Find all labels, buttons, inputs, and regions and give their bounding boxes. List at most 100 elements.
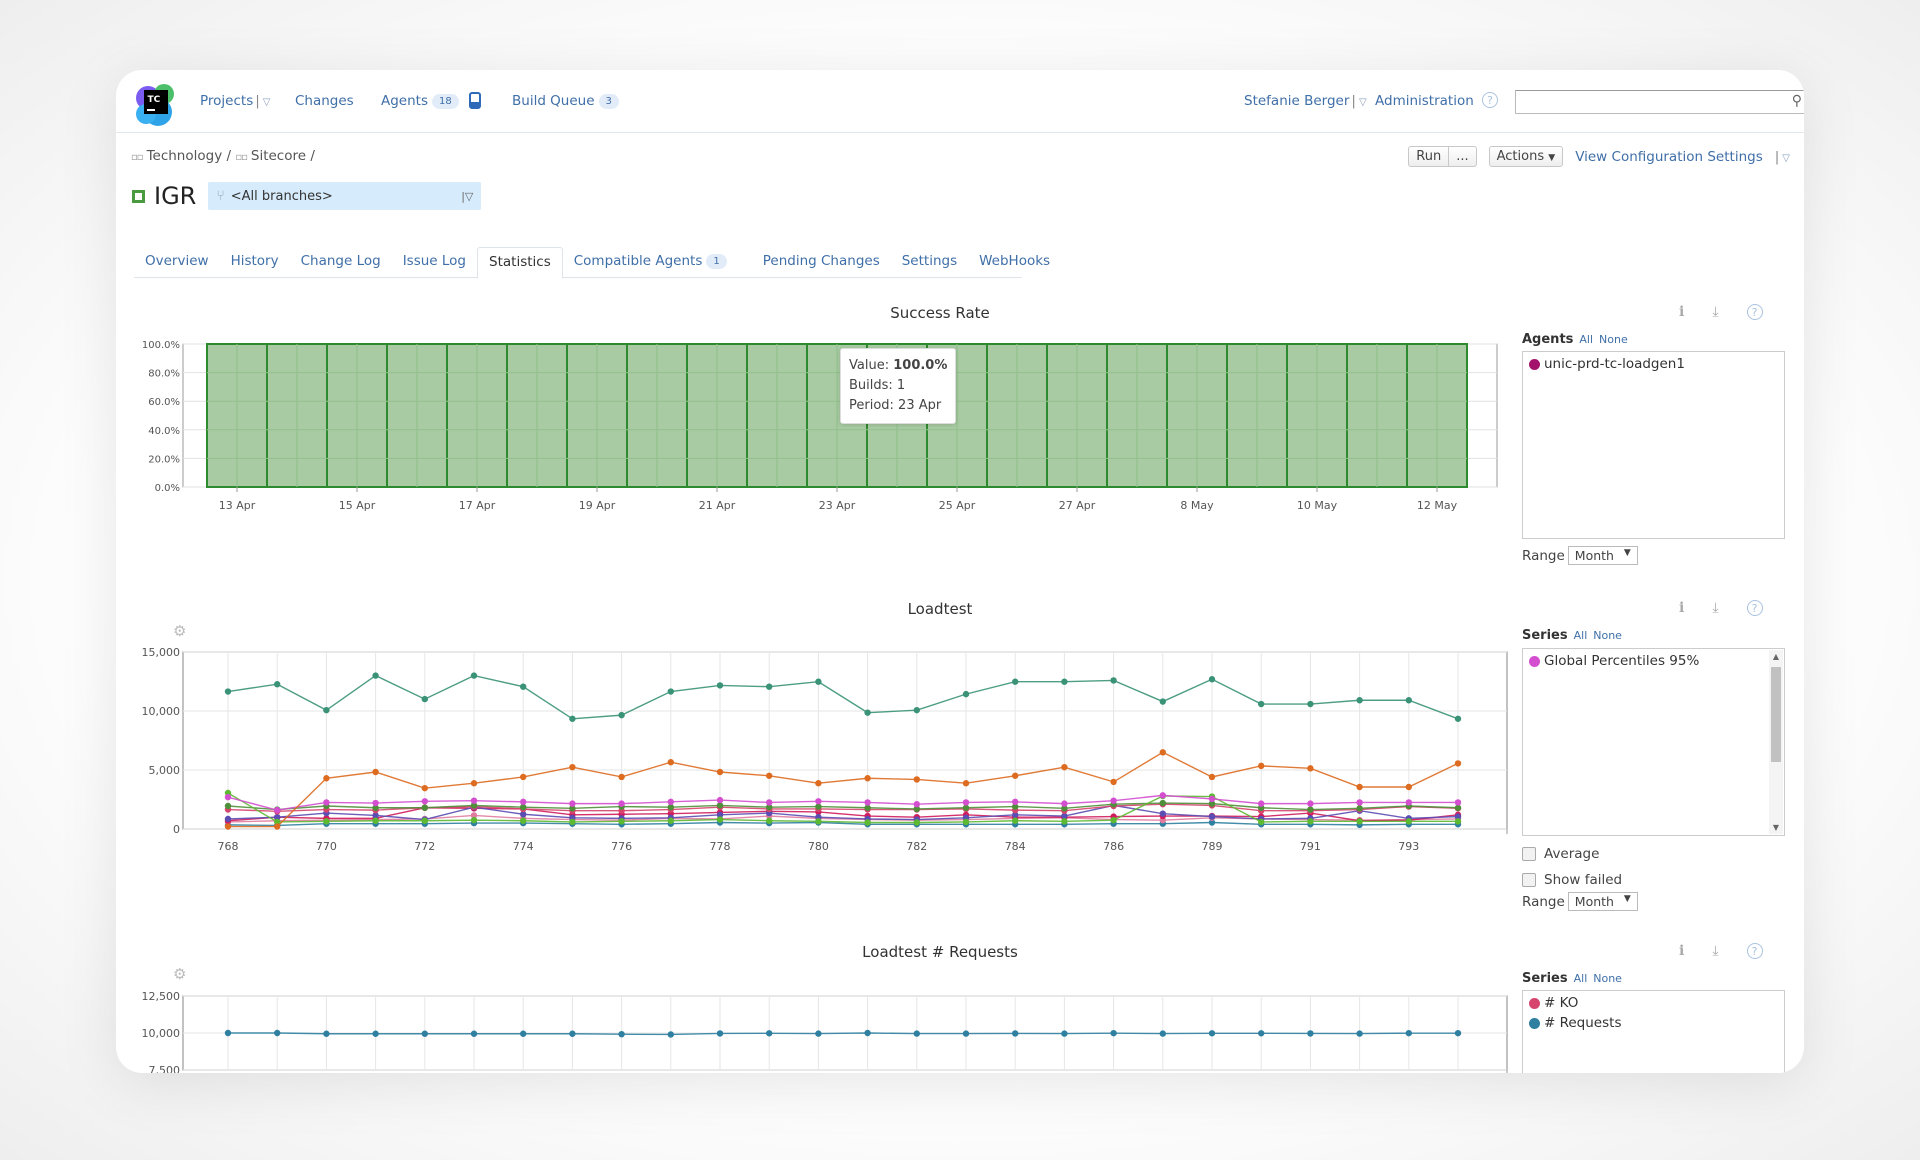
data-point[interactable] xyxy=(1454,818,1462,825)
data-point[interactable] xyxy=(1012,1030,1019,1037)
data-point[interactable] xyxy=(1258,700,1265,708)
data-point[interactable] xyxy=(1208,795,1216,803)
data-point[interactable] xyxy=(470,1030,478,1037)
scrollbar[interactable]: ▲ ▼ xyxy=(1769,650,1783,834)
list-item[interactable]: unic-prd-tc-loadgen1 xyxy=(1523,352,1784,372)
range-select[interactable]: Month ▼ xyxy=(1567,892,1638,911)
data-point[interactable] xyxy=(1307,765,1314,772)
data-point[interactable] xyxy=(421,1030,428,1037)
run-button[interactable]: Run xyxy=(1408,146,1450,167)
data-point[interactable] xyxy=(323,775,330,782)
series-list[interactable]: # KO # Requests xyxy=(1522,990,1785,1073)
data-point[interactable] xyxy=(1061,818,1068,825)
data-point[interactable] xyxy=(716,682,724,689)
data-point[interactable] xyxy=(618,818,625,825)
nav-build-queue[interactable]: Build Queue 3 xyxy=(512,93,619,109)
data-point[interactable] xyxy=(372,1030,379,1037)
chevron-down-icon[interactable]: ▽ xyxy=(1782,153,1790,164)
help-icon[interactable]: ? xyxy=(1746,600,1763,616)
scroll-up-icon[interactable]: ▲ xyxy=(1769,652,1783,661)
data-point[interactable] xyxy=(766,683,773,690)
help-icon[interactable]: ? xyxy=(1746,943,1763,959)
data-point[interactable] xyxy=(1356,697,1363,704)
data-point[interactable] xyxy=(569,800,576,807)
data-point[interactable] xyxy=(864,709,871,716)
data-point[interactable] xyxy=(815,1030,822,1037)
tab-history[interactable]: History xyxy=(220,247,290,277)
data-point[interactable] xyxy=(1110,677,1117,684)
breadcrumb-sitecore[interactable]: Sitecore xyxy=(251,148,306,164)
data-point[interactable] xyxy=(815,798,822,805)
data-point[interactable] xyxy=(962,799,970,806)
data-point[interactable] xyxy=(1208,813,1216,820)
list-item[interactable]: Global Percentiles 95% xyxy=(1523,649,1784,669)
data-point[interactable] xyxy=(667,688,674,695)
data-point[interactable] xyxy=(667,1031,674,1038)
data-point[interactable] xyxy=(1061,678,1068,685)
tab-pending-changes[interactable]: Pending Changes xyxy=(752,247,891,277)
data-point[interactable] xyxy=(1110,816,1117,824)
nav-agents[interactable]: Agents 18 xyxy=(381,93,459,109)
data-point[interactable] xyxy=(520,798,527,806)
download-icon[interactable]: ⤓ xyxy=(1712,304,1718,320)
data-point[interactable] xyxy=(962,780,970,787)
data-point[interactable] xyxy=(618,800,625,807)
data-point[interactable] xyxy=(1159,810,1167,817)
data-point[interactable] xyxy=(1307,818,1314,825)
data-point[interactable] xyxy=(1061,763,1068,771)
tab-overview[interactable]: Overview xyxy=(134,247,220,277)
data-point[interactable] xyxy=(274,806,281,814)
data-point[interactable] xyxy=(716,816,724,823)
data-point[interactable] xyxy=(1208,773,1216,781)
nav-changes[interactable]: Changes xyxy=(295,93,354,109)
tab-webhooks[interactable]: WebHooks xyxy=(968,247,1061,277)
run-options-button[interactable]: ... xyxy=(1449,146,1477,167)
data-point[interactable] xyxy=(569,818,576,826)
gear-icon[interactable]: ⚙ xyxy=(173,622,186,640)
series-list[interactable]: Global Percentiles 95% ▲ ▼ xyxy=(1522,648,1785,836)
data-point[interactable] xyxy=(1012,798,1019,806)
scroll-down-icon[interactable]: ▼ xyxy=(1769,823,1783,832)
data-point[interactable] xyxy=(1405,818,1413,825)
data-point[interactable] xyxy=(372,799,379,807)
data-point[interactable] xyxy=(667,817,674,824)
data-point[interactable] xyxy=(520,817,527,824)
data-point[interactable] xyxy=(224,815,232,823)
data-point[interactable] xyxy=(1258,762,1265,770)
list-item[interactable]: # KO xyxy=(1523,991,1784,1011)
data-point[interactable] xyxy=(421,817,428,824)
data-point[interactable] xyxy=(766,799,773,806)
data-point[interactable] xyxy=(1258,800,1265,807)
data-point[interactable] xyxy=(224,802,232,810)
data-point[interactable] xyxy=(1061,1030,1068,1037)
data-point[interactable] xyxy=(1307,800,1314,807)
data-point[interactable] xyxy=(1159,1030,1167,1037)
data-point[interactable] xyxy=(1307,700,1314,708)
download-icon[interactable]: ⤓ xyxy=(1712,600,1718,616)
chevron-down-icon[interactable]: |▽ xyxy=(461,190,473,203)
data-point[interactable] xyxy=(864,1029,871,1037)
chevron-down-icon[interactable]: ▽ xyxy=(263,97,271,108)
data-point[interactable] xyxy=(421,784,428,792)
data-point[interactable] xyxy=(372,768,379,776)
data-point[interactable] xyxy=(470,816,478,824)
select-all-link[interactable]: All xyxy=(1579,333,1593,346)
data-point[interactable] xyxy=(1110,778,1117,786)
data-point[interactable] xyxy=(1356,783,1363,791)
branch-selector[interactable]: ⑂ <All branches> |▽ xyxy=(208,182,482,210)
data-point[interactable] xyxy=(815,818,822,825)
download-icon[interactable]: ⤓ xyxy=(1712,943,1718,959)
data-point[interactable] xyxy=(1208,1030,1216,1037)
tab-settings[interactable]: Settings xyxy=(891,247,968,277)
data-point[interactable] xyxy=(1110,797,1117,804)
data-point[interactable] xyxy=(864,775,871,782)
select-all-link[interactable]: All xyxy=(1574,972,1588,985)
data-point[interactable] xyxy=(1159,749,1167,756)
data-point[interactable] xyxy=(569,763,576,771)
data-point[interactable] xyxy=(1454,799,1462,806)
data-point[interactable] xyxy=(1061,800,1068,807)
search-icon[interactable]: ⚲ xyxy=(1792,93,1802,109)
data-point[interactable] xyxy=(470,797,478,804)
data-point[interactable] xyxy=(1405,783,1413,791)
search-input[interactable]: ⚲ xyxy=(1515,90,1804,114)
